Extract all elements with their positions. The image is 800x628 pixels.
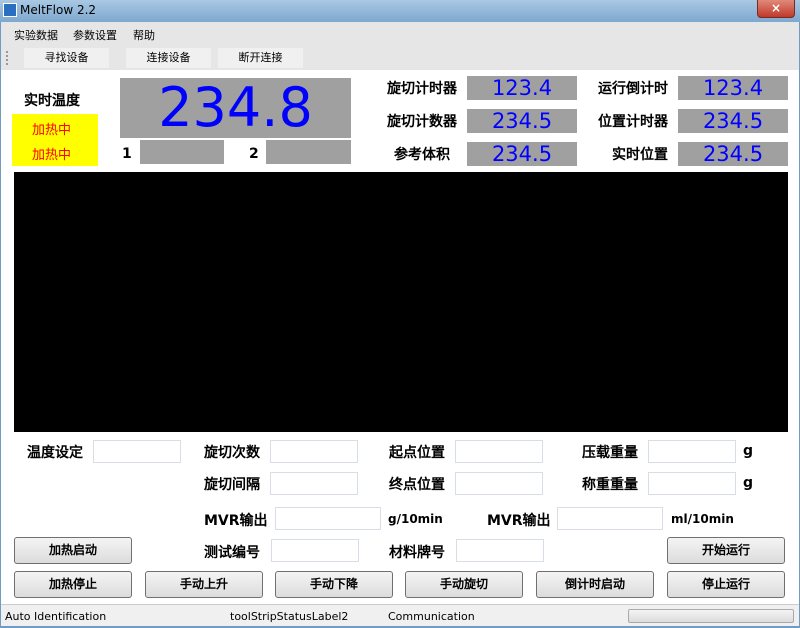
cut-timer-label: 旋切计时器: [387, 81, 457, 97]
start-pos-input[interactable]: [455, 440, 543, 463]
weigh-weight-input[interactable]: [648, 472, 736, 495]
test-no-label: 测试编号: [204, 545, 260, 561]
material-input[interactable]: [456, 539, 544, 562]
status-auto-identification: Auto Identification: [5, 610, 107, 623]
connect-device-button[interactable]: 连接设备: [126, 48, 211, 68]
channel-2-display: [266, 140, 351, 164]
chart-area: [14, 172, 788, 432]
channel-2-label: 2: [249, 146, 259, 162]
status-bar: Auto Identification toolStripStatusLabel…: [1, 604, 799, 626]
cut-interval-input[interactable]: [270, 472, 358, 495]
disconnect-button[interactable]: 断开连接: [218, 48, 303, 68]
cut-timer-value: 123.4: [467, 76, 577, 100]
stop-run-button[interactable]: 停止运行: [667, 571, 785, 598]
menu-experiment-data[interactable]: 实验数据: [14, 27, 58, 43]
mvr-g-input[interactable]: [275, 507, 381, 530]
find-device-button[interactable]: 寻找设备: [24, 48, 109, 68]
load-weight-input[interactable]: [648, 440, 736, 463]
position-timer-label: 位置计时器: [598, 114, 668, 130]
title-bar: MeltFlow 2.2 ×: [0, 0, 800, 22]
channel-1-label: 1: [122, 146, 132, 162]
start-pos-label: 起点位置: [389, 445, 445, 461]
countdown-start-button[interactable]: 倒计时启动: [536, 571, 654, 598]
realtime-position-label: 实时位置: [612, 147, 668, 163]
load-weight-unit: g: [743, 443, 754, 459]
manual-down-button[interactable]: 手动下降: [275, 571, 393, 598]
start-run-button[interactable]: 开始运行: [667, 537, 785, 564]
realtime-temp-label: 实时温度: [24, 93, 80, 109]
menu-help[interactable]: 帮助: [133, 27, 155, 43]
manual-cut-button[interactable]: 手动旋切: [405, 571, 523, 598]
reference-volume-label: 参考体积: [394, 147, 450, 163]
cut-count-label: 旋切次数: [204, 445, 260, 461]
temp-set-label: 温度设定: [27, 445, 83, 461]
load-weight-label: 压载重量: [582, 445, 638, 461]
close-button[interactable]: ×: [757, 0, 795, 18]
temperature-display: 234.8: [120, 78, 351, 138]
weigh-weight-unit: g: [743, 475, 754, 491]
toolbar: 寻找设备 连接设备 断开连接: [1, 46, 799, 70]
toolbar-grip[interactable]: [6, 51, 8, 65]
cut-count-input[interactable]: [270, 440, 358, 463]
heating-status-1: 加热中: [32, 123, 72, 138]
status-communication: Communication: [388, 610, 475, 623]
run-countdown-value: 123.4: [678, 76, 788, 100]
window-title: MeltFlow 2.2: [20, 3, 97, 17]
heat-start-button[interactable]: 加热启动: [14, 537, 132, 564]
heat-stop-button[interactable]: 加热停止: [14, 571, 132, 598]
cut-counter-label: 旋切计数器: [387, 114, 457, 130]
manual-up-button[interactable]: 手动上升: [145, 571, 263, 598]
reference-volume-value: 234.5: [467, 142, 577, 166]
mvr-g-label: MVR输出: [204, 513, 268, 529]
material-label: 材料牌号: [389, 545, 445, 561]
end-pos-label: 终点位置: [389, 477, 445, 493]
weigh-weight-label: 称重重量: [582, 477, 638, 493]
heating-status-2: 加热中: [32, 148, 72, 163]
end-pos-input[interactable]: [455, 472, 543, 495]
cut-interval-label: 旋切间隔: [204, 477, 260, 493]
position-timer-value: 234.5: [678, 109, 788, 133]
status-label-2: toolStripStatusLabel2: [230, 610, 349, 623]
progress-bar: [628, 609, 794, 623]
cut-counter-value: 234.5: [467, 109, 577, 133]
menu-bar: 实验数据 参数设置 帮助: [1, 22, 799, 46]
mvr-ml-unit: ml/10min: [671, 512, 734, 526]
mvr-ml-input[interactable]: [557, 507, 663, 530]
mvr-g-unit: g/10min: [388, 512, 443, 526]
app-icon: [3, 3, 17, 17]
main-window: 实验数据 参数设置 帮助 寻找设备 连接设备 断开连接 实时温度 加热中 加热中…: [1, 22, 799, 626]
mvr-ml-label: MVR输出: [487, 513, 551, 529]
realtime-position-value: 234.5: [678, 142, 788, 166]
temp-set-input[interactable]: [93, 440, 181, 463]
channel-1-display: [140, 140, 224, 164]
heating-status-panel: 加热中 加热中: [12, 114, 98, 166]
test-no-input[interactable]: [271, 539, 359, 562]
menu-parameter-settings[interactable]: 参数设置: [73, 27, 117, 43]
run-countdown-label: 运行倒计时: [598, 81, 668, 97]
